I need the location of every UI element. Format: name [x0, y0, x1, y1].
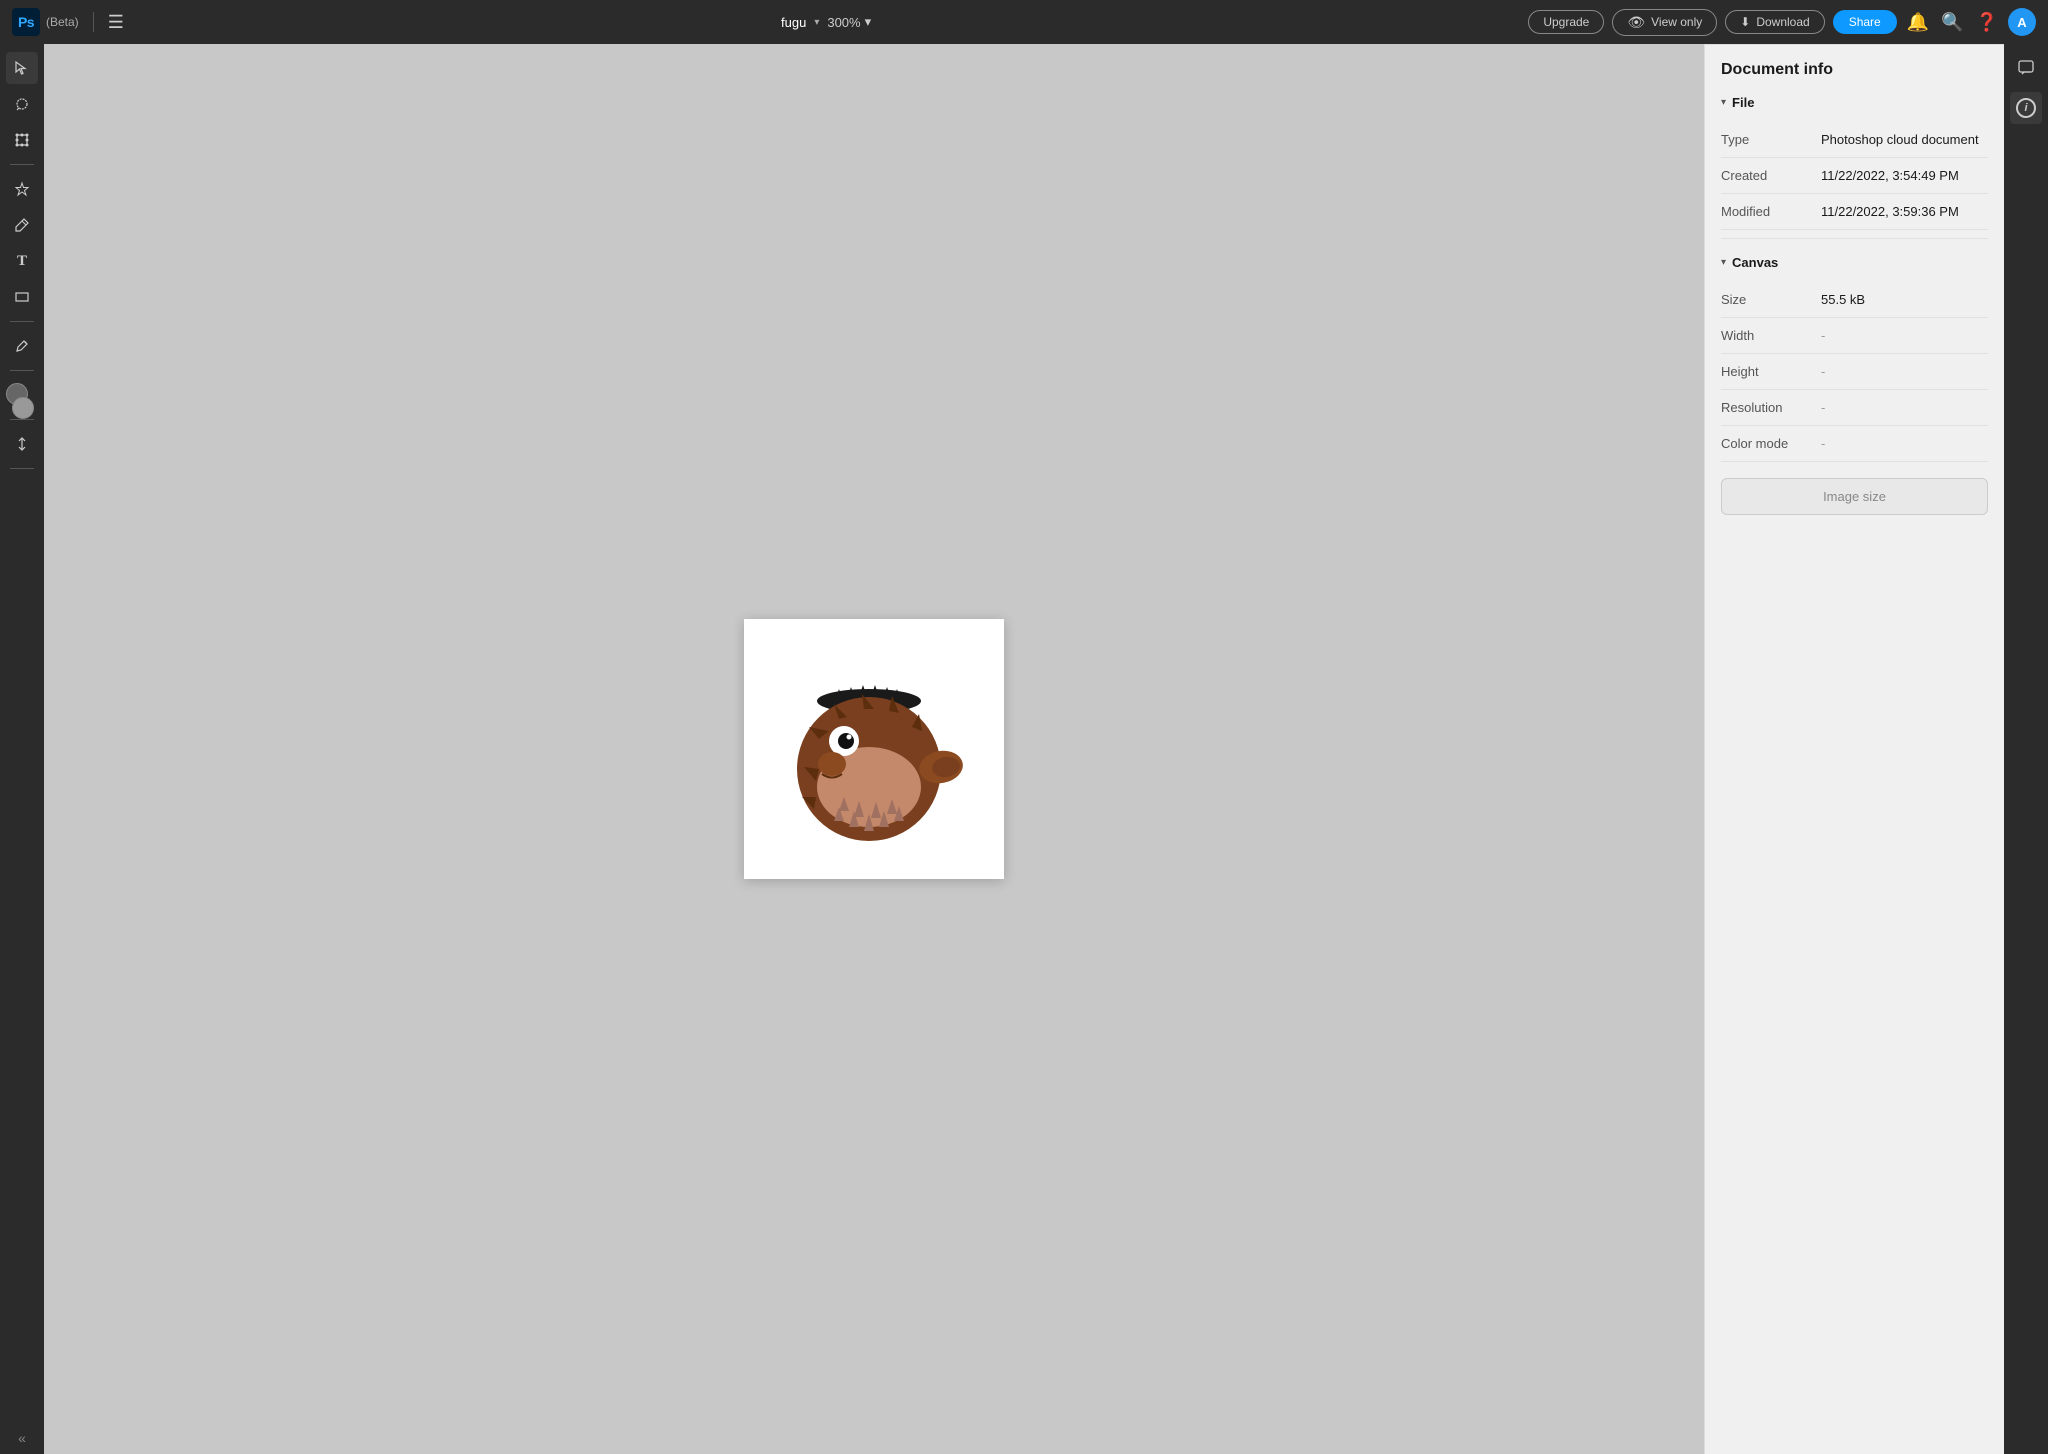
right-panel: Document info ▾ File Type Photoshop clou… [1704, 44, 2004, 1454]
text-tool[interactable]: T [6, 245, 38, 277]
help-icon[interactable]: ❓ [1976, 12, 1998, 33]
download-label: Download [1756, 15, 1809, 29]
fugu-artwork [764, 639, 984, 859]
zoom-dropdown-arrow[interactable]: ▾ [865, 14, 872, 30]
ps-logo-icon: Ps [12, 8, 40, 36]
left-toolbar: T « [0, 44, 44, 1454]
topbar-center: fugu ▾ 300% ▾ [134, 14, 1518, 30]
resolution-value: - [1821, 400, 1988, 415]
canvas-section-arrow: ▾ [1721, 257, 1726, 268]
file-section-header[interactable]: ▾ File [1721, 95, 1988, 110]
background-color[interactable] [12, 397, 34, 419]
size-label: Size [1721, 292, 1821, 307]
beta-label: (Beta) [46, 15, 79, 29]
file-dropdown-arrow[interactable]: ▾ [814, 17, 819, 28]
panel-content: Document info ▾ File Type Photoshop clou… [1705, 45, 2004, 531]
search-icon[interactable]: 🔍 [1941, 12, 1963, 33]
color-mode-label: Color mode [1721, 436, 1821, 451]
eye-icon: 👁 [1627, 14, 1645, 31]
brush-tool[interactable] [6, 209, 38, 241]
height-value: - [1821, 364, 1988, 379]
app-logo: Ps (Beta) [12, 8, 79, 36]
tool-separator-1 [10, 164, 34, 165]
canvas-section-header[interactable]: ▾ Canvas [1721, 255, 1988, 270]
color-mode-value: - [1821, 436, 1988, 451]
download-icon: ⬇ [1740, 15, 1750, 29]
zoom-level: 300% [827, 15, 860, 30]
eyedropper-tool[interactable] [6, 330, 38, 362]
type-value: Photoshop cloud document [1821, 132, 1988, 147]
info-circle: i [2016, 98, 2036, 118]
width-value: - [1821, 328, 1988, 343]
created-value: 11/22/2022, 3:54:49 PM [1821, 168, 1988, 183]
comment-icon-button[interactable] [2010, 52, 2042, 84]
created-row: Created 11/22/2022, 3:54:49 PM [1721, 158, 1988, 194]
topbar-divider [93, 12, 94, 32]
height-row: Height - [1721, 354, 1988, 390]
width-row: Width - [1721, 318, 1988, 354]
file-section-arrow: ▾ [1721, 97, 1726, 108]
shape-tool[interactable] [6, 281, 38, 313]
share-button[interactable]: Share [1833, 10, 1897, 34]
tool-separator-3 [10, 370, 34, 371]
height-label: Height [1721, 364, 1821, 379]
right-icons-panel: i [2004, 44, 2048, 1454]
size-value: 55.5 kB [1821, 292, 1988, 307]
file-name: fugu [781, 15, 806, 30]
view-only-label: View only [1651, 15, 1702, 29]
modified-label: Modified [1721, 204, 1821, 219]
modified-row: Modified 11/22/2022, 3:59:36 PM [1721, 194, 1988, 230]
scroll-tool[interactable] [6, 428, 38, 460]
topbar: Ps (Beta) ☰ fugu ▾ 300% ▾ Upgrade 👁 View… [0, 0, 2048, 44]
zoom-control[interactable]: 300% ▾ [827, 14, 871, 30]
healing-tool[interactable] [6, 173, 38, 205]
color-mode-row: Color mode - [1721, 426, 1988, 462]
file-section-title: File [1732, 95, 1754, 110]
transform-tool[interactable] [6, 124, 38, 156]
canvas-area [44, 44, 1704, 1454]
modified-value: 11/22/2022, 3:59:36 PM [1821, 204, 1988, 219]
created-label: Created [1721, 168, 1821, 183]
tool-separator-4 [10, 419, 34, 420]
canvas-section-title: Canvas [1732, 255, 1778, 270]
collapse-toolbar-button[interactable]: « [18, 1430, 26, 1446]
download-button[interactable]: ⬇ Download [1725, 10, 1824, 34]
hamburger-icon[interactable]: ☰ [108, 12, 124, 33]
info-icon-button[interactable]: i [2010, 92, 2042, 124]
view-only-button[interactable]: 👁 View only [1612, 9, 1717, 36]
upgrade-button[interactable]: Upgrade [1528, 10, 1604, 34]
tool-separator-2 [10, 321, 34, 322]
type-row: Type Photoshop cloud document [1721, 122, 1988, 158]
artwork-canvas [744, 619, 1004, 879]
bell-icon[interactable]: 🔔 [1907, 12, 1929, 33]
image-size-button[interactable]: Image size [1721, 478, 1988, 515]
color-swatches[interactable] [6, 379, 38, 411]
type-label: Type [1721, 132, 1821, 147]
main-layout: T « [0, 44, 2048, 1454]
doc-info-title: Document info [1721, 61, 1988, 79]
resolution-label: Resolution [1721, 400, 1821, 415]
resolution-row: Resolution - [1721, 390, 1988, 426]
canvas-section: ▾ Canvas Size 55.5 kB Width - Height - R… [1721, 255, 1988, 515]
section-divider [1721, 238, 1988, 239]
tool-separator-5 [10, 468, 34, 469]
lasso-tool[interactable] [6, 88, 38, 120]
size-row: Size 55.5 kB [1721, 282, 1988, 318]
select-tool[interactable] [6, 52, 38, 84]
topbar-right: Upgrade 👁 View only ⬇ Download Share 🔔 🔍… [1528, 8, 2036, 36]
avatar[interactable]: A [2008, 8, 2036, 36]
width-label: Width [1721, 328, 1821, 343]
